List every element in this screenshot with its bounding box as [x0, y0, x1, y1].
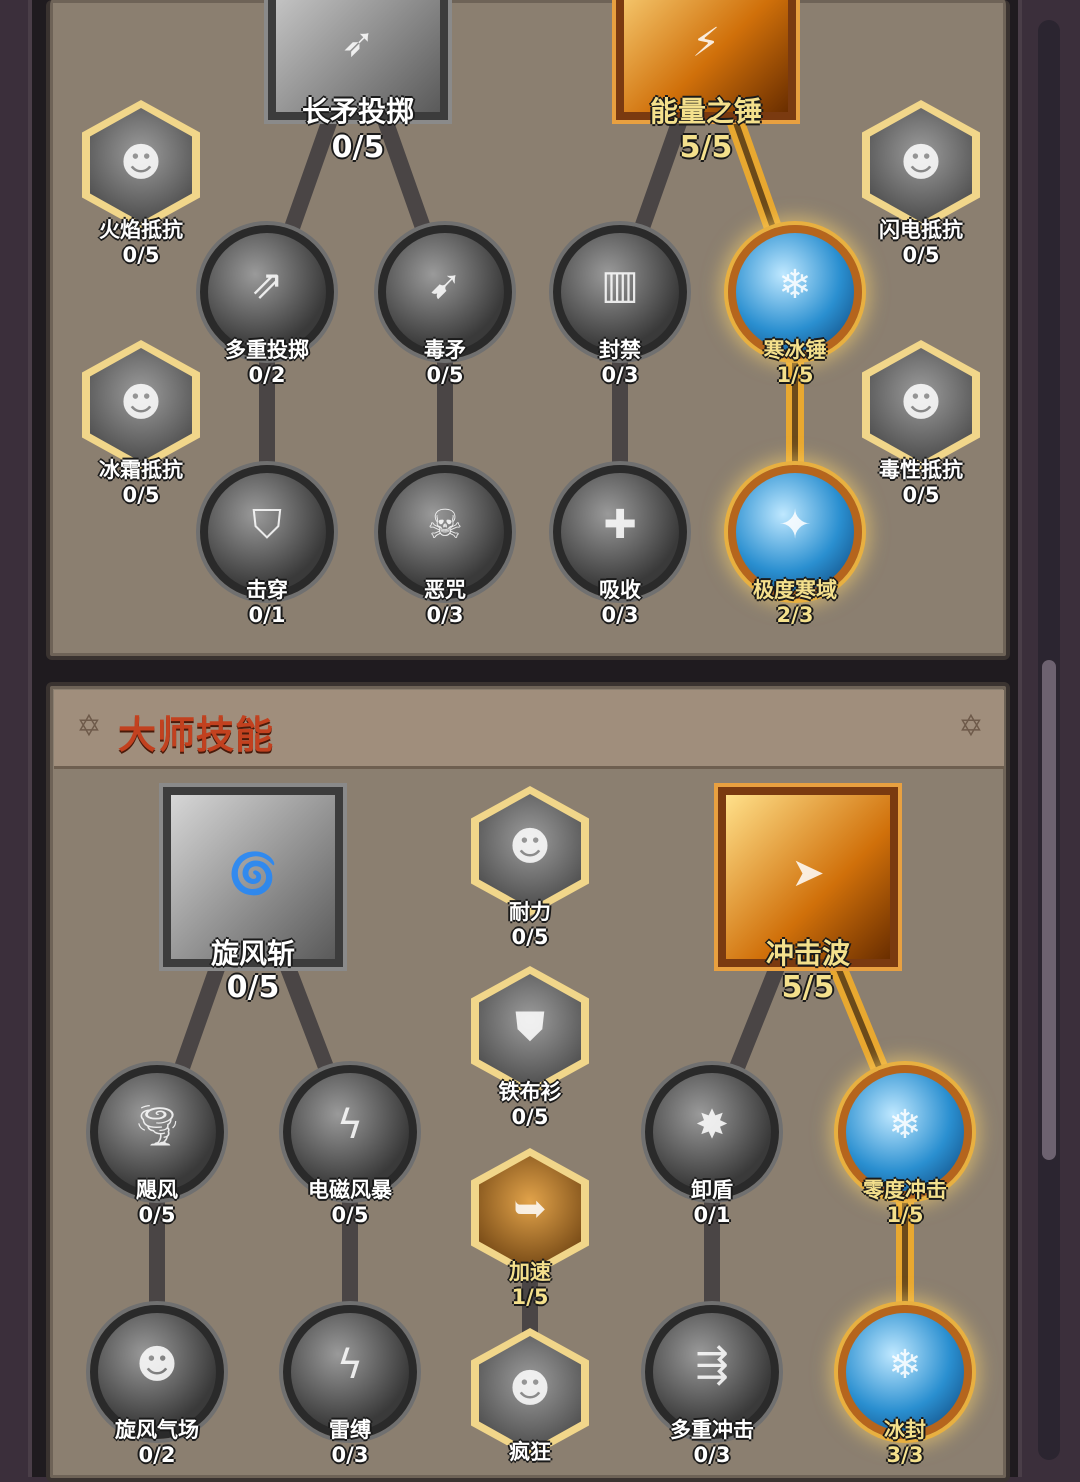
skill-name: 冰封: [884, 1418, 926, 1442]
skill-name: 吸收: [599, 578, 641, 602]
snowflake-icon: ❄: [888, 1102, 922, 1148]
skill-name: 极度寒域: [753, 578, 837, 602]
skill-name: 零度冲击: [863, 1178, 947, 1202]
frenzy-icon: ☻: [509, 1366, 551, 1412]
skill-count: 2/3: [776, 603, 814, 627]
skill-count: 0/1: [693, 1203, 731, 1227]
skill-name: 多重冲击: [670, 1418, 754, 1442]
skill-name: 冲击波: [765, 937, 850, 970]
skull-icon: ☠: [427, 502, 463, 548]
fire-icon: ☻: [120, 140, 162, 186]
spear-icon: ➶: [341, 20, 375, 66]
skill-count: 0/5: [426, 363, 464, 387]
spear-icon: ➹: [428, 262, 462, 308]
tornado-icon: 🌀: [228, 851, 278, 897]
skill-name: 长矛投掷: [301, 95, 414, 128]
skill-name: 铁布衫: [498, 1080, 562, 1104]
skill-count: 0/5: [331, 130, 385, 165]
skill-count: 0/3: [331, 1443, 369, 1467]
skill-name: 闪电抵抗: [879, 218, 963, 242]
shield-break-icon: ✸: [695, 1102, 729, 1148]
boot-icon: ➥: [513, 1186, 547, 1232]
skill-name: 电磁风暴: [308, 1178, 392, 1202]
tornado-icon: ☻: [136, 1342, 178, 1388]
skill-name: 恶咒: [424, 578, 466, 602]
seal-icon: ▥: [601, 262, 639, 308]
skill-name: 冰霜抵抗: [99, 458, 183, 482]
skill-count: 0/3: [601, 363, 639, 387]
poison-icon: ☻: [900, 380, 942, 426]
freeze-icon: ❄: [888, 1342, 922, 1388]
impact-icon: ⇶: [695, 1342, 729, 1388]
shockwave-icon: ➤: [791, 850, 825, 896]
skill-count: 0/2: [138, 1443, 176, 1467]
endurance-icon: ☻: [509, 824, 551, 870]
thunder-icon: ϟ: [336, 1342, 364, 1388]
skill-count: 5/5: [679, 130, 733, 165]
skill-name: 击穿: [246, 578, 288, 602]
skill-count: 0/5: [331, 1203, 369, 1227]
skill-name: 寒冰锤: [763, 338, 827, 362]
skill-name: 能量之锤: [649, 95, 762, 128]
lightning-icon: ϟ: [336, 1102, 364, 1148]
pierce-icon: ⛉: [252, 502, 282, 548]
skill-count: 5/5: [781, 970, 835, 1005]
snowflake-icon: ❄: [778, 262, 812, 308]
skill-name: 卸盾: [691, 1178, 733, 1202]
spear-icon: ⇗: [250, 262, 284, 308]
skill-name: 旋风斩: [210, 937, 295, 970]
skill-count: 0/5: [226, 970, 280, 1005]
skill-name: 耐力: [509, 900, 551, 924]
robe-icon: ⛊: [515, 1004, 545, 1050]
skill-name: 疯狂: [509, 1440, 551, 1464]
tornado-icon: 🌪: [131, 1103, 183, 1149]
lightning-icon: ☻: [900, 140, 942, 186]
hammer-icon: ⚡: [691, 20, 721, 66]
skill-name: 飓风: [136, 1178, 178, 1202]
skill-count: 0/3: [693, 1443, 731, 1467]
skill-name: 毒矛: [424, 338, 466, 362]
skill-name: 加速: [509, 1260, 551, 1284]
skill-name: 多重投掷: [225, 338, 309, 362]
skill-count: 0/1: [248, 603, 286, 627]
ice-shard-icon: ✦: [778, 502, 812, 548]
skill-count: 0/5: [138, 1203, 176, 1227]
skill-name: 毒性抵抗: [879, 458, 963, 482]
frost-icon: ☻: [120, 380, 162, 426]
skill-count: 0/2: [248, 363, 286, 387]
skill-name: 火焰抵抗: [99, 218, 183, 242]
skill-name: 旋风气场: [115, 1418, 199, 1442]
skill-count: 1/5: [886, 1203, 924, 1227]
skill-count: 1/5: [511, 1285, 549, 1309]
skill-name: 封禁: [599, 338, 641, 362]
skill-count: 1/5: [776, 363, 814, 387]
skill-name: 雷缚: [329, 1418, 371, 1442]
skill-count: 3/3: [886, 1443, 924, 1467]
cross-icon: ✚: [603, 502, 637, 548]
skill-count: 0/3: [601, 603, 639, 627]
skill-count: 0/5: [511, 925, 549, 949]
skill-count: 0/3: [426, 603, 464, 627]
skill-count: 0/5: [511, 1105, 549, 1129]
